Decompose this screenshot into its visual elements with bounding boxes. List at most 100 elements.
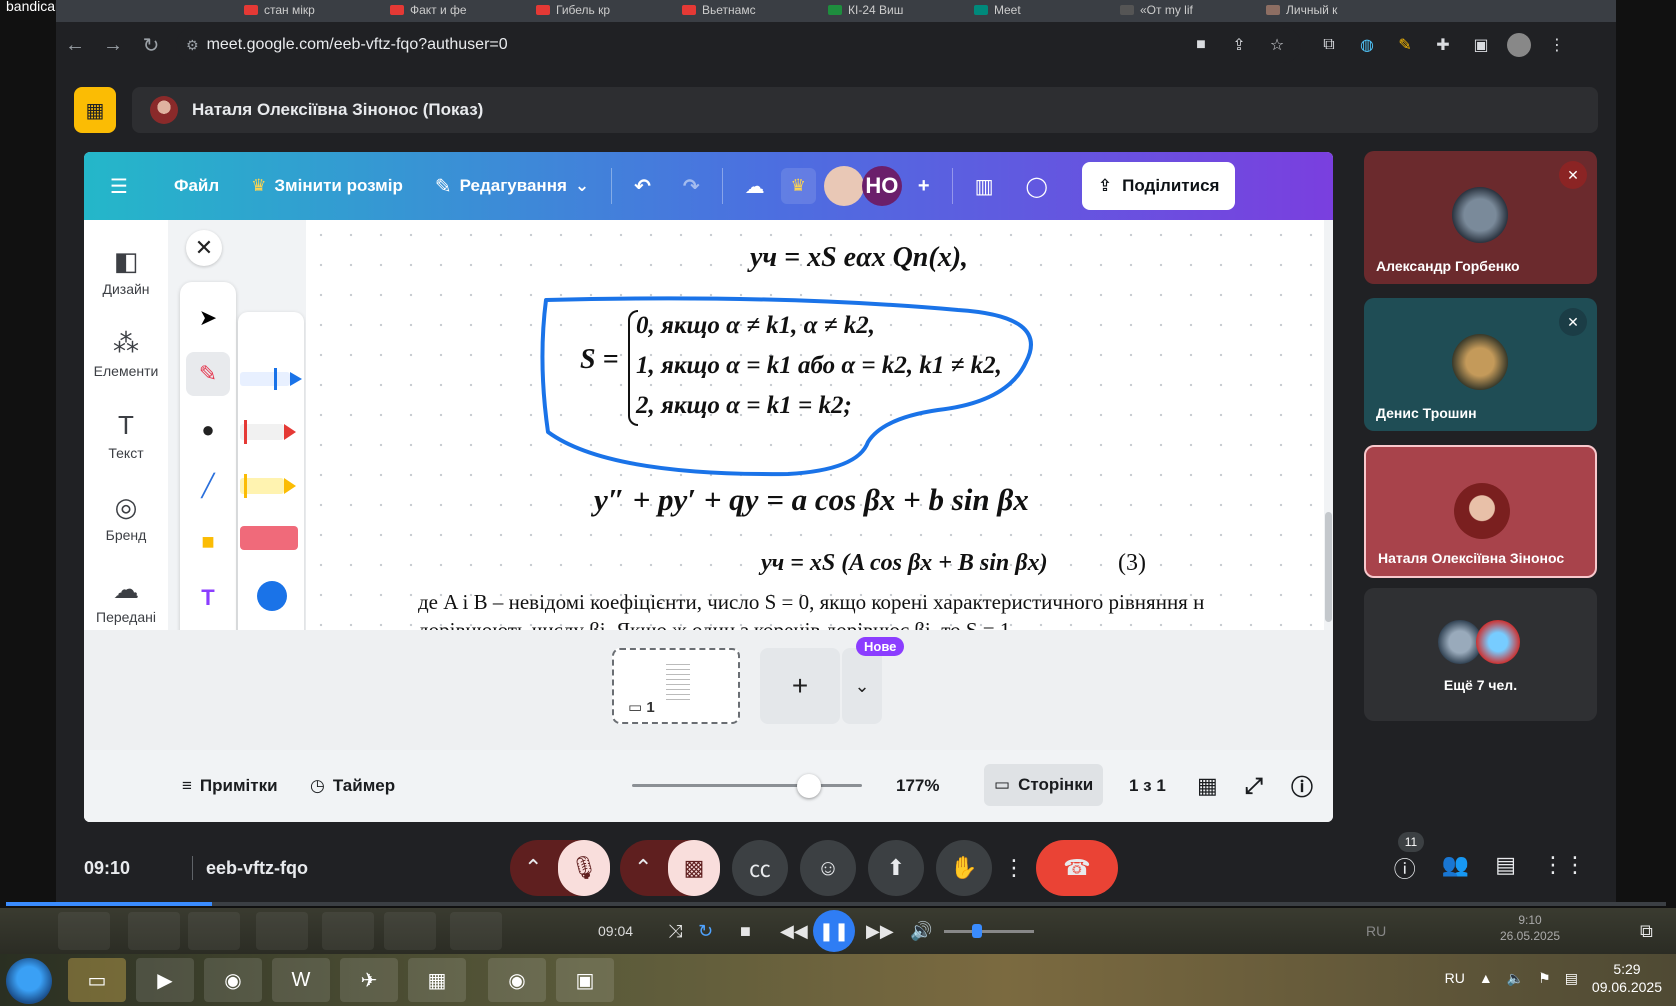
back-button[interactable]: ← <box>56 26 94 64</box>
red-pen-option[interactable] <box>240 420 296 444</box>
more-options-button[interactable]: ⋮ <box>1000 840 1028 896</box>
participant-tile-active[interactable]: Наталя Олексіївна Зінонос <box>1364 445 1597 578</box>
file-menu[interactable]: Файл <box>144 176 235 196</box>
line-tool[interactable]: ╱ <box>186 464 230 508</box>
participant-tile[interactable]: ✕ Александр Горбенко <box>1364 151 1597 284</box>
side-panel-icon[interactable]: ▣ <box>1467 31 1495 59</box>
taskbar-clock[interactable]: 5:29 09.06.2025 <box>1592 960 1662 996</box>
chat-icon[interactable]: ▤ <box>1495 852 1516 884</box>
shapes-tool[interactable]: ● <box>186 408 230 452</box>
collaborator-avatar-photo[interactable] <box>823 166 864 206</box>
notes-button[interactable]: ≡ Примітки <box>182 776 278 796</box>
pages-button[interactable]: ▭ Сторінки <box>984 764 1104 806</box>
address-bar[interactable]: ⚙ meet.google.com/eeb-vftz-fqo?authuser=… <box>176 27 1301 63</box>
add-page-button[interactable]: + <box>760 648 840 724</box>
player-taskbar-app[interactable] <box>322 912 374 950</box>
marker-pen-option[interactable] <box>240 368 302 390</box>
repeat-icon[interactable]: ↻ <box>698 921 713 942</box>
pause-button[interactable]: ❚❚ <box>813 910 855 952</box>
volume-icon[interactable]: 🔊 <box>910 921 932 942</box>
reload-button[interactable]: ↻ <box>132 26 170 64</box>
participant-tile-others[interactable]: Ещё 7 чел. <box>1364 588 1597 721</box>
browser-tab[interactable]: Факт и фе <box>382 0 522 20</box>
mic-toggle-button[interactable]: 🎙 <box>558 840 610 896</box>
player-taskbar-app[interactable] <box>384 912 436 950</box>
speaker-icon[interactable]: 🔈 <box>1507 970 1524 987</box>
volume-slider-handle[interactable] <box>972 924 982 938</box>
rewind-icon[interactable]: ◀◀ <box>780 921 808 942</box>
rail-item-uploads[interactable]: ☁ Передані <box>84 574 168 625</box>
fast-forward-icon[interactable]: ▶▶ <box>866 921 894 942</box>
comments-button[interactable]: ◯ <box>1010 174 1064 199</box>
eraser-option[interactable] <box>240 526 298 550</box>
collaborator-avatar-initials[interactable]: НО <box>861 166 902 206</box>
premium-button[interactable]: ♛ <box>780 168 816 204</box>
canvas-scrollbar[interactable] <box>1325 512 1332 622</box>
info-icon[interactable]: ⓘ <box>1394 852 1416 884</box>
tray-expand-icon[interactable]: ▲ <box>1479 970 1493 986</box>
insights-button[interactable]: ▥ <box>959 174 1010 199</box>
shuffle-icon[interactable]: ⤨ <box>668 921 682 942</box>
rail-item-brand[interactable]: ◎ Бренд <box>84 492 168 543</box>
rail-item-text[interactable]: T Текст <box>84 410 168 461</box>
pen-tool[interactable]: ✎ <box>186 352 230 396</box>
add-page-options-button[interactable]: ⌄ <box>842 648 882 724</box>
emoji-button[interactable]: ☺ <box>800 840 856 896</box>
bookmark-star-icon[interactable]: ☆ <box>1263 31 1291 59</box>
stop-presenting-button[interactable]: ▦ <box>74 87 116 133</box>
extension-icon[interactable]: ✎ <box>1391 31 1419 59</box>
add-collaborator-button[interactable]: + <box>902 175 946 198</box>
word-taskbar-button[interactable]: W <box>272 958 330 1002</box>
activities-icon[interactable]: ⋮⋮ <box>1542 852 1586 884</box>
undo-button[interactable]: ↶ <box>618 174 667 199</box>
fullscreen-button[interactable]: ⤢ <box>1245 773 1263 799</box>
sticky-note-tool[interactable]: ■ <box>186 520 230 564</box>
player-taskbar-app[interactable] <box>256 912 308 950</box>
select-tool[interactable]: ➤ <box>186 296 230 340</box>
zoom-level[interactable]: 177% <box>896 776 939 796</box>
profile-avatar[interactable] <box>1505 31 1533 59</box>
media-player-taskbar-button[interactable]: ▶ <box>136 958 194 1002</box>
share-button[interactable]: ⇪ Поділитися <box>1081 162 1236 210</box>
camera-icon[interactable]: ■ <box>1187 31 1215 59</box>
chrome-profile-taskbar-button[interactable]: ◉ <box>488 958 546 1002</box>
browser-tab[interactable]: КІ-24 Виш <box>820 0 960 20</box>
show-desktop-icon[interactable]: ⧉ <box>1640 921 1653 942</box>
browser-tab[interactable]: «От my lif <box>1112 0 1252 20</box>
keyboard-language[interactable]: RU <box>1445 970 1465 986</box>
resize-button[interactable]: ♛ Змінити розмір <box>235 176 419 196</box>
color-swatch[interactable] <box>257 581 287 611</box>
present-button[interactable]: ⬆ <box>868 840 924 896</box>
zoom-slider[interactable] <box>632 784 862 787</box>
rail-item-elements[interactable]: ⁂ Елементи <box>84 328 168 379</box>
player-taskbar-app[interactable] <box>188 912 240 950</box>
highlighter-option[interactable] <box>240 474 296 498</box>
captions-button[interactable]: ㏄ <box>732 840 788 896</box>
flag-icon[interactable]: ⚑ <box>1538 970 1551 987</box>
participant-tile[interactable]: ✕ Денис Трошин <box>1364 298 1597 431</box>
kebab-menu-icon[interactable]: ⋮ <box>1543 31 1571 59</box>
translate-extension-icon[interactable]: ◍ <box>1353 31 1381 59</box>
site-info-icon[interactable]: ⚙ <box>186 37 199 54</box>
player-taskbar-app[interactable] <box>128 912 180 950</box>
forward-button[interactable]: → <box>94 26 132 64</box>
share-page-icon[interactable]: ⇪ <box>1225 31 1253 59</box>
canva-menu-button[interactable]: ☰ <box>84 174 144 199</box>
photos-taskbar-button[interactable]: ▣ <box>556 958 614 1002</box>
timer-button[interactable]: ◷ Таймер <box>310 776 395 796</box>
browser-tab[interactable]: Личный к <box>1258 0 1398 20</box>
browser-tab[interactable]: стан мікр <box>236 0 376 20</box>
people-icon[interactable]: 👥 <box>1442 852 1469 884</box>
browser-tab[interactable]: Гибель кр <box>528 0 668 20</box>
chrome-taskbar-button[interactable]: ◉ <box>204 958 262 1002</box>
player-taskbar-app[interactable] <box>450 912 502 950</box>
page-thumbnail[interactable]: ▭ 1 <box>612 648 740 724</box>
leave-call-button[interactable]: ☎ <box>1036 840 1118 896</box>
player-taskbar-app[interactable] <box>58 912 110 950</box>
editing-dropdown[interactable]: ✎ Редагування ⌄ <box>419 174 605 199</box>
camera-toggle-button[interactable]: ▩ <box>668 840 720 896</box>
volume-slider[interactable] <box>944 930 1034 933</box>
raise-hand-button[interactable]: ✋ <box>936 840 992 896</box>
stop-icon[interactable]: ■ <box>740 921 751 942</box>
close-draw-button[interactable]: ✕ <box>186 230 222 266</box>
